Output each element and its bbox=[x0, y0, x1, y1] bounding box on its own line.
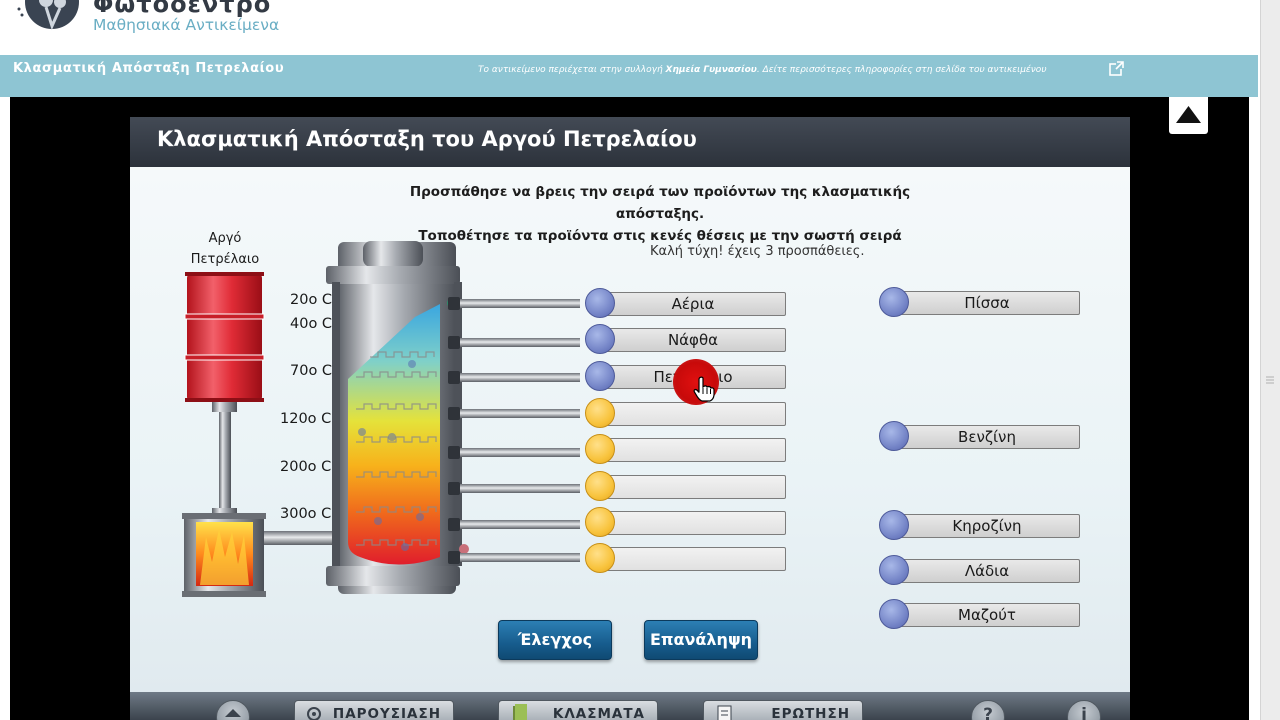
slot-marker bbox=[585, 434, 615, 464]
collection-info: Το αντικείμενο περιέχεται στην συλλογή Χ… bbox=[478, 65, 1047, 75]
question-tab-label: ΕΡΩΤΗΣΗ bbox=[771, 706, 850, 720]
product-label: Πίσσα bbox=[964, 294, 1010, 312]
info-button[interactable]: i bbox=[1067, 700, 1101, 720]
scroll-up-button[interactable] bbox=[1169, 97, 1208, 134]
product-label: Μαζούτ bbox=[958, 606, 1016, 624]
info-icon: i bbox=[1081, 705, 1087, 720]
drop-slot-4[interactable] bbox=[585, 398, 786, 428]
temp-label-2: 40ο C bbox=[290, 316, 333, 332]
slot-product-label[interactable]: Νάφθα bbox=[600, 331, 786, 349]
crude-oil-barrel bbox=[184, 272, 265, 402]
distillation-diagram bbox=[182, 241, 580, 597]
slot-bar bbox=[600, 475, 786, 499]
site-subtitle: Μαθησιακά Αντικείμενα bbox=[93, 16, 280, 34]
page-scrollbar[interactable] bbox=[1260, 0, 1280, 720]
drop-slot-5[interactable] bbox=[585, 434, 786, 464]
slot-marker bbox=[585, 471, 615, 501]
drop-slot-2[interactable]: Νάφθα bbox=[585, 324, 786, 354]
feed-pipe bbox=[219, 412, 231, 515]
product-ladia[interactable]: Λάδια bbox=[879, 555, 1080, 585]
retry-button[interactable]: Επανάληψη bbox=[644, 620, 758, 660]
drop-slot-1[interactable]: Αέρια bbox=[585, 288, 786, 318]
collection-link[interactable]: Χημεία Γυμνασίου bbox=[666, 65, 757, 75]
product-venzini[interactable]: Βενζίνη bbox=[879, 421, 1080, 451]
object-title: Κλασματική Απόσταξη Πετρελαίου bbox=[13, 61, 285, 76]
slot-bar bbox=[600, 511, 786, 535]
simulation-app: Κλασματική Απόσταξη του Αργού Πετρελαίου… bbox=[130, 117, 1130, 720]
help-icon: ? bbox=[983, 705, 993, 720]
collection-info-suffix[interactable]: . Δείτε περισσότερες πληροφορίες στη σελ… bbox=[757, 65, 1047, 75]
temp-label-5: 200ο C bbox=[280, 459, 332, 475]
outlet-pipes bbox=[448, 297, 580, 564]
home-button[interactable] bbox=[216, 700, 250, 720]
product-label: Λάδια bbox=[964, 562, 1010, 580]
drop-slot-6[interactable] bbox=[585, 471, 786, 501]
fractions-tab-label: ΚΛΑΣΜΑΤΑ bbox=[552, 706, 645, 720]
presentation-tab[interactable]: ΠΑΡΟΥΣΙΑΣΗ bbox=[294, 700, 454, 720]
photodentro-logo-icon[interactable] bbox=[16, 0, 80, 34]
product-tisa[interactable]: Πίσσα bbox=[879, 287, 1080, 317]
product-kirozini[interactable]: Κηροζίνη bbox=[879, 510, 1080, 540]
slot-marker bbox=[585, 398, 615, 428]
collection-info-prefix: Το αντικείμενο περιέχεται στην συλλογή bbox=[478, 65, 666, 75]
bottom-navigation: ΠΑΡΟΥΣΙΑΣΗ ΚΛΑΣΜΑΤΑ ΕΡΩΤΗΣΗ ? i bbox=[130, 692, 1130, 720]
external-link-icon[interactable] bbox=[1109, 61, 1124, 76]
help-button[interactable]: ? bbox=[971, 700, 1005, 720]
fractions-tab[interactable]: ΚΛΑΣΜΑΤΑ bbox=[498, 700, 658, 720]
presentation-tab-label: ΠΑΡΟΥΣΙΑΣΗ bbox=[332, 706, 441, 720]
temp-label-6: 300ο C bbox=[280, 506, 332, 522]
drop-slot-8[interactable] bbox=[585, 543, 786, 573]
home-icon bbox=[225, 709, 241, 717]
valve bbox=[212, 402, 237, 412]
check-button[interactable]: Έλεγχος bbox=[498, 620, 612, 660]
slot-bar bbox=[600, 438, 786, 462]
product-label: Βενζίνη bbox=[958, 428, 1016, 446]
temp-label-1: 20ο C bbox=[290, 292, 333, 308]
temp-label-4: 120ο C bbox=[280, 411, 332, 427]
slot-marker bbox=[585, 507, 615, 537]
product-label: Κηροζίνη bbox=[952, 517, 1022, 535]
slot-bar bbox=[600, 547, 786, 571]
question-tab[interactable]: ΕΡΩΤΗΣΗ bbox=[703, 700, 863, 720]
scroll-grip-icon[interactable] bbox=[1266, 375, 1274, 385]
product-mazout[interactable]: Μαζούτ bbox=[879, 599, 1080, 629]
furnace bbox=[182, 513, 266, 597]
drop-slot-7[interactable] bbox=[585, 507, 786, 537]
fractionating-column bbox=[326, 241, 469, 594]
hand-pointer-icon bbox=[693, 376, 715, 402]
slot-bar bbox=[600, 402, 786, 426]
arrow-up-icon bbox=[1176, 106, 1201, 123]
slot-marker bbox=[585, 543, 615, 573]
attempts-text: Καλή τύχη! έχεις 3 προσπάθειες. bbox=[650, 244, 865, 259]
slot-product-label[interactable]: Αέρια bbox=[600, 295, 786, 313]
temp-label-3: 70ο C bbox=[290, 363, 333, 379]
